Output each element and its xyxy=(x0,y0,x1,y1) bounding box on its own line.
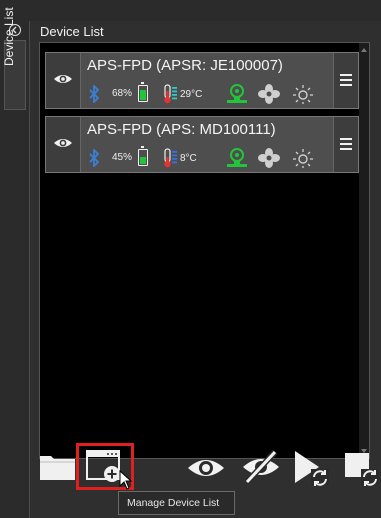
show-icon[interactable] xyxy=(186,455,226,481)
temperature-value: 29°C xyxy=(180,89,203,100)
device-card[interactable]: APS-FPD (APSR: JE100007) 68% 29°C xyxy=(45,52,359,109)
thermometer-icon xyxy=(164,84,177,104)
device-card[interactable]: APS-FPD (APS: MD100111) 45% 8°C xyxy=(45,116,359,173)
fan-icon xyxy=(258,84,280,104)
battery-percent: 45% xyxy=(112,152,133,163)
visibility-toggle-button[interactable] xyxy=(46,117,81,172)
eye-icon xyxy=(54,75,72,83)
device-status-row: 45% 8°C xyxy=(86,146,336,168)
device-menu-button[interactable] xyxy=(333,53,358,108)
battery-icon xyxy=(138,146,148,166)
light-icon xyxy=(293,149,313,168)
side-tab-label: Device List xyxy=(2,7,16,66)
visibility-toggle-button[interactable] xyxy=(46,53,81,108)
folder-icon[interactable] xyxy=(39,452,77,482)
battery-percent: 68% xyxy=(112,88,133,99)
agitator-icon xyxy=(227,84,247,103)
play-refresh-icon[interactable] xyxy=(293,449,331,487)
hide-icon[interactable] xyxy=(241,450,281,484)
device-status-row: 68% 29°C xyxy=(86,82,336,104)
scroll-up-icon[interactable] xyxy=(361,48,367,52)
thermometer-icon xyxy=(164,148,177,168)
device-menu-button[interactable] xyxy=(333,117,358,172)
eye-icon xyxy=(54,139,72,147)
cursor-icon xyxy=(119,470,133,490)
light-icon xyxy=(293,85,313,104)
battery-icon xyxy=(138,82,148,102)
device-name: APS-FPD (APSR: JE100007) xyxy=(87,57,283,74)
bluetooth-icon xyxy=(89,149,100,167)
agitator-icon xyxy=(227,148,247,167)
stop-refresh-icon[interactable] xyxy=(343,451,381,487)
menu-icon xyxy=(340,138,352,140)
panel-title: Device List xyxy=(40,24,104,39)
bluetooth-icon xyxy=(89,85,100,103)
fan-icon xyxy=(258,148,280,168)
device-list: APS-FPD (APSR: JE100007) 68% 29°C APS-FP… xyxy=(39,42,370,459)
menu-icon xyxy=(340,74,352,76)
vertical-scrollbar[interactable] xyxy=(359,43,369,458)
device-name: APS-FPD (APS: MD100111) xyxy=(87,121,276,138)
tooltip: Manage Device List xyxy=(118,491,235,515)
temperature-value: 8°C xyxy=(180,153,197,164)
side-panel-strip: Device List xyxy=(0,0,32,518)
